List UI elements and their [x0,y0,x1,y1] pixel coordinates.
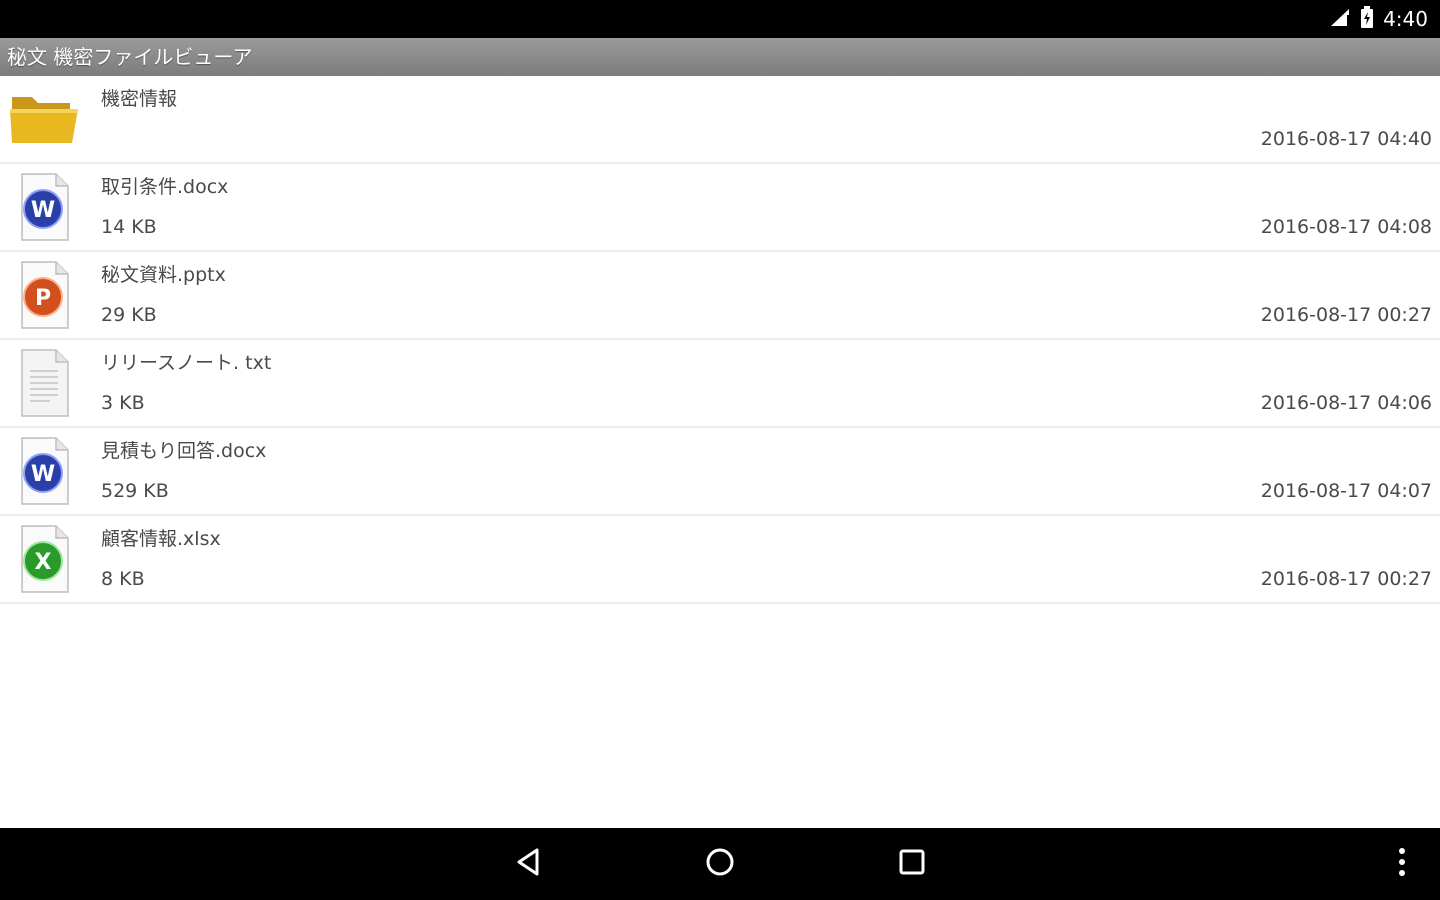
app-title: 秘文 機密ファイルビューア [7,45,253,69]
status-icons: 4:40 [1329,0,1428,38]
file-row-folder[interactable]: 機密情報 2016-08-17 04:40 [0,76,1440,164]
file-size: 8 KB [101,568,145,590]
file-date: 2016-08-17 04:07 [1260,480,1432,502]
signal-icon [1329,7,1351,31]
svg-text:W: W [31,198,55,223]
recents-button[interactable] [876,828,948,900]
home-button[interactable] [684,828,756,900]
svg-text:X: X [35,550,52,575]
file-name: 機密情報 [101,88,178,110]
svg-text:W: W [31,462,55,487]
svg-text:P: P [35,286,51,311]
file-row[interactable]: W 見積もり回答.docx 529 KB 2016-08-17 04:07 [0,428,1440,516]
file-date: 2016-08-17 04:06 [1260,392,1432,414]
file-name: リリースノート. txt [101,352,272,374]
back-icon [513,846,545,882]
file-name: 見積もり回答.docx [101,440,267,462]
overflow-menu-button[interactable] [1366,828,1438,900]
home-icon [704,846,736,882]
file-size: 29 KB [101,304,157,326]
overflow-menu-icon [1396,846,1408,882]
word-document-icon: W [8,434,80,508]
file-date: 2016-08-17 04:08 [1260,216,1432,238]
navigation-bar [0,828,1440,900]
status-bar: 4:40 [0,0,1440,38]
file-size: 529 KB [101,480,169,502]
word-document-icon: W [8,170,80,244]
folder-icon [8,82,80,156]
file-name: 秘文資料.pptx [101,264,226,286]
file-name: 取引条件.docx [101,176,229,198]
file-date: 2016-08-17 00:27 [1260,304,1432,326]
file-date: 2016-08-17 00:27 [1260,568,1432,590]
battery-charging-icon [1359,5,1375,33]
recents-icon [896,846,928,882]
file-date: 2016-08-17 04:40 [1260,128,1432,150]
back-button[interactable] [493,828,565,900]
powerpoint-document-icon: P [8,258,80,332]
file-name: 顧客情報.xlsx [101,528,221,550]
file-row[interactable]: P 秘文資料.pptx 29 KB 2016-08-17 00:27 [0,252,1440,340]
excel-document-icon: X [8,522,80,596]
file-row[interactable]: X 顧客情報.xlsx 8 KB 2016-08-17 00:27 [0,516,1440,604]
file-size: 14 KB [101,216,157,238]
app-title-bar: 秘文 機密ファイルビューア [0,38,1440,76]
file-row[interactable]: W 取引条件.docx 14 KB 2016-08-17 04:08 [0,164,1440,252]
status-time: 4:40 [1383,7,1428,31]
file-row[interactable]: リリースノート. txt 3 KB 2016-08-17 04:06 [0,340,1440,428]
file-size: 3 KB [101,392,145,414]
text-document-icon [8,346,80,420]
file-list: 機密情報 2016-08-17 04:40 W 取引条件.docx 14 KB … [0,76,1440,604]
